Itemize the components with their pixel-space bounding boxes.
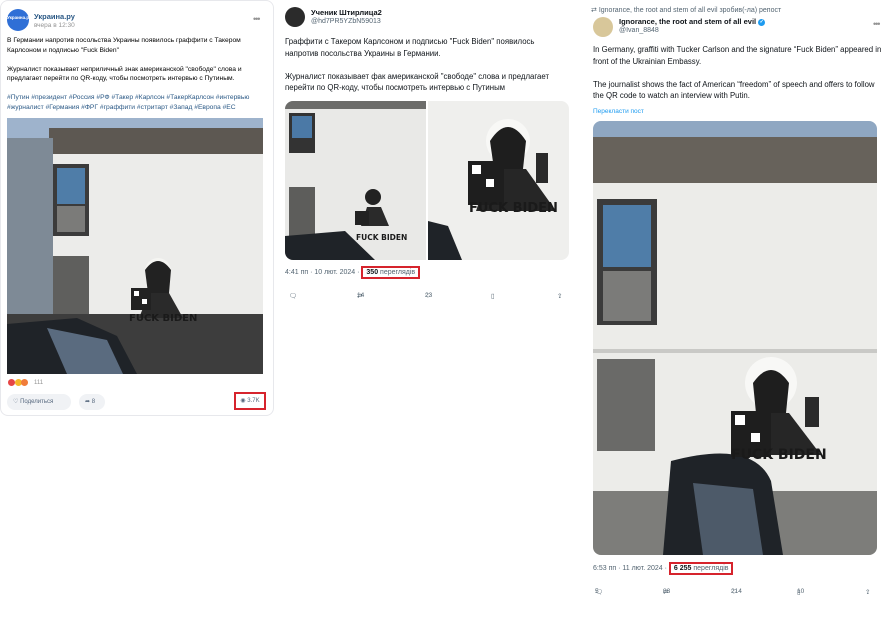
tweet-paragraph-2: The journalist shows the fact of America… xyxy=(593,79,875,101)
tweet-actions: 🗨 5 ⇄ 83 ♡ 214 ▯ 10 ⇪ xyxy=(593,588,877,600)
author-handle[interactable]: @hd7PR5YZbN59013 xyxy=(311,18,381,25)
tweet-card-right: ⇄ Ignorance, the root and stem of all ev… xyxy=(585,0,888,620)
translate-post-link[interactable]: Перекласти пост xyxy=(593,108,644,115)
vk-post-photo[interactable]: FUCK BIDEN xyxy=(7,118,263,374)
share-icon: ⇪ xyxy=(557,293,563,300)
views-label: переглядів xyxy=(380,269,416,276)
reply-count: 5 xyxy=(595,588,599,595)
graffiti-photo-image xyxy=(593,121,877,555)
graffiti-caption-2: FUCK BIDEN xyxy=(469,201,558,216)
tweet-text: Граффити с Такером Карлсоном и подписью … xyxy=(285,36,569,94)
like-count: 23 xyxy=(425,292,433,299)
tweet-timestamp[interactable]: 6:53 пп · 11 лют. 2024 · xyxy=(593,565,667,572)
reactions-count: 111 xyxy=(34,380,44,387)
post-time[interactable]: вчера в 12:30 xyxy=(34,22,75,29)
tweet-paragraph-2: Журналист показывает фак американской "с… xyxy=(285,71,550,93)
channel-logo-text: Украина.ру xyxy=(7,15,32,20)
bookmark-count: 10 xyxy=(797,588,805,595)
share-button-label: Поделиться xyxy=(20,399,54,405)
tweet-meta: 4:41 пп · 10 лют. 2024 · 350 переглядів xyxy=(285,266,421,279)
more-options-icon[interactable]: ••• xyxy=(873,19,881,29)
reply-icon: 🗨 xyxy=(289,293,298,300)
heart-outline-icon: ♡ xyxy=(13,399,19,405)
views-label: переглядів xyxy=(693,565,729,572)
channel-avatar[interactable]: Украина.ру xyxy=(7,9,32,31)
graffiti-caption-1: FUCK BIDEN xyxy=(356,233,408,242)
views-count: 6 255 xyxy=(673,565,692,572)
author-name[interactable]: Ignorance, the root and stem of all evil xyxy=(619,17,756,26)
vk-post-text: В Германии напротив посольства Украины п… xyxy=(7,36,269,122)
tweet-actions: 🗨 ⇄ 14 ♡ 23 ▯ ⇪ xyxy=(285,292,569,304)
graffiti-photo-image xyxy=(7,118,263,374)
repost-icon: ⇄ xyxy=(591,7,597,14)
tweet-media[interactable]: FUCK BIDEN xyxy=(593,121,877,555)
repost-line[interactable]: Ignorance, the root and stem of all evil… xyxy=(599,7,781,14)
more-options-icon[interactable]: ••• xyxy=(253,14,261,24)
tweet-paragraph-1: In Germany, graffiti with Tucker Carlson… xyxy=(593,45,882,66)
tweet-paragraph-1: Граффити с Такером Карлсоном и подписью … xyxy=(285,37,535,58)
reactions-summary[interactable]: 111 xyxy=(8,379,43,386)
author-avatar[interactable] xyxy=(593,17,613,37)
tweet-text: In Germany, graffiti with Tucker Carlson… xyxy=(593,44,883,102)
vk-post-header: Украина.ру Украина.ру вчера в 12:30 ••• xyxy=(7,9,269,33)
repost-arrow-icon: ➦ xyxy=(85,399,91,405)
verified-badge-icon: ✓ xyxy=(758,18,766,26)
media-photo-2[interactable] xyxy=(428,101,569,260)
repost-count: 8 xyxy=(91,399,96,405)
tweet-media-grid: FUCK BIDEN FUCK BIDEN xyxy=(285,101,569,260)
tweet-meta: 6:53 пп · 11 лют. 2024 · 6 255 перегляді… xyxy=(593,562,734,575)
author-name-row: Ignorance, the root and stem of all evil… xyxy=(619,17,766,26)
author-handle[interactable]: @Ivan_8848 xyxy=(619,27,659,34)
author-avatar[interactable] xyxy=(285,7,305,27)
heart-reaction-icon xyxy=(8,379,15,386)
vk-post-card: Украина.ру Украина.ру вчера в 12:30 ••• … xyxy=(0,0,274,416)
like-count: 214 xyxy=(731,588,742,595)
views-counter-highlighted: 350 переглядів xyxy=(361,266,421,279)
repost-button[interactable]: ➦ 8 xyxy=(79,394,105,410)
share-icon: ⇪ xyxy=(865,589,871,596)
author-name[interactable]: Ученик Штирлица2 xyxy=(311,8,382,17)
channel-name[interactable]: Украина.ру xyxy=(34,12,75,21)
angry-reaction-icon xyxy=(21,379,29,386)
repost-notice: ⇄ Ignorance, the root and stem of all ev… xyxy=(591,6,781,14)
views-counter-highlighted: 6 255 переглядів xyxy=(668,562,734,575)
tweet-card-left: Ученик Штирлица2 @hd7PR5YZbN59013 Граффи… xyxy=(279,0,575,320)
views-count: 350 xyxy=(366,269,379,276)
retweet-count: 83 xyxy=(663,588,671,595)
vk-post-paragraph-2: Журналист показывает неприличный знак ам… xyxy=(7,65,242,83)
vk-post-paragraph-1: В Германии напротив посольства Украины п… xyxy=(7,37,241,54)
share-button[interactable]: ♡ Поделиться xyxy=(7,394,71,410)
views-counter-highlighted: ◉ 3.7K xyxy=(234,392,266,410)
bookmark-icon: ▯ xyxy=(491,293,495,300)
retweet-count: 14 xyxy=(357,292,365,299)
views-count: 3.7K xyxy=(247,398,260,404)
eye-icon: ◉ xyxy=(240,398,246,404)
graffiti-caption: FUCK BIDEN xyxy=(731,447,827,463)
tweet-timestamp[interactable]: 4:41 пп · 10 лют. 2024 · xyxy=(285,269,359,276)
graffiti-caption: FUCK BIDEN xyxy=(129,313,198,324)
vk-post-hashtags[interactable]: #Путин #президент #Россия #РФ #Такер #Ка… xyxy=(7,93,269,112)
